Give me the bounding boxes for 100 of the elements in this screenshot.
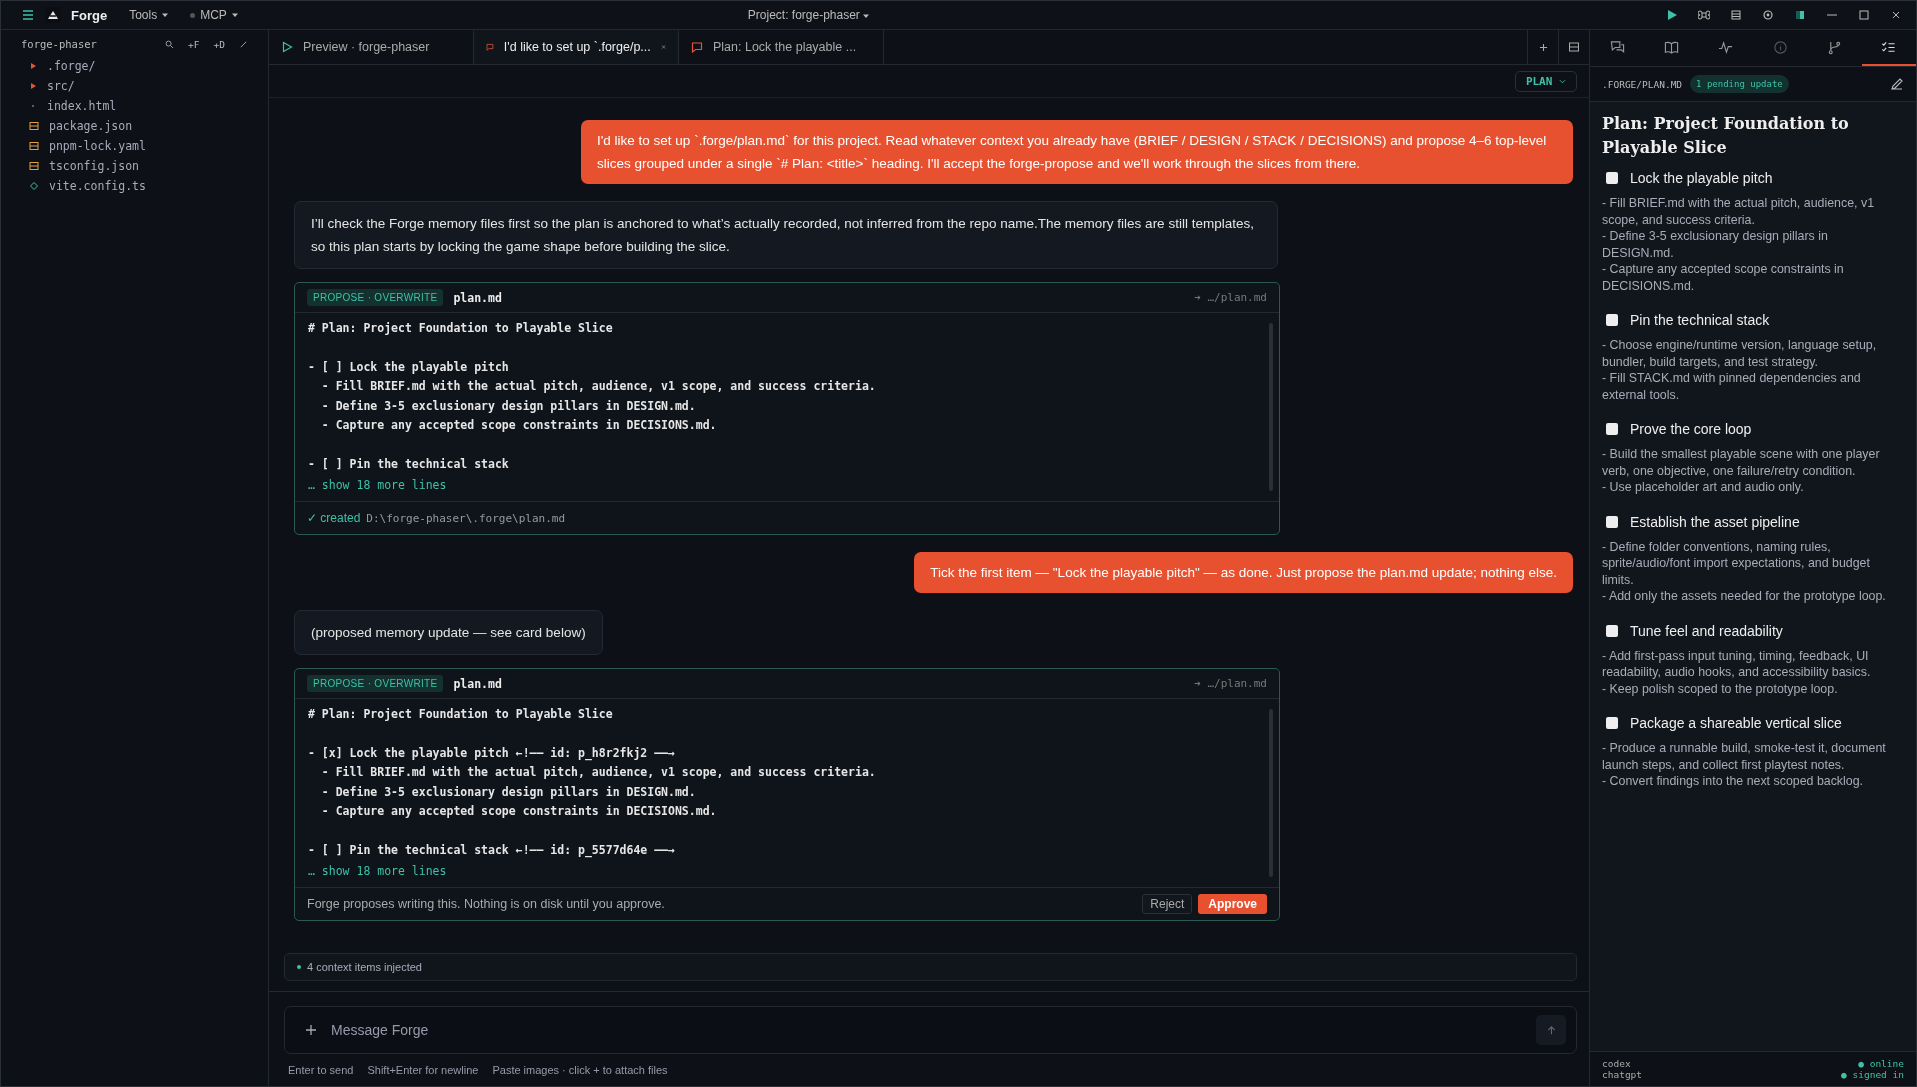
mcp-menu[interactable]: MCP [190,8,238,22]
new-file-action[interactable]: +D [213,38,225,50]
search-icon[interactable] [165,39,175,49]
panel-icon[interactable] [1794,9,1806,21]
checkbox[interactable] [1606,515,1618,528]
message-box[interactable]: Message Forge [284,1006,1577,1054]
command-icon[interactable] [1698,9,1710,21]
plan-path: .FORGE/PLAN.MD [1602,78,1683,90]
reject-button[interactable]: Reject [1142,894,1193,914]
context-bar[interactable]: 4 context items injected [284,953,1577,981]
plan-item-title: Pin the technical stack [1630,312,1770,328]
plan-item-title: Lock the playable pitch [1630,170,1773,186]
file-tree-item[interactable]: src/ [1,76,268,96]
plan-item-title: Tune feel and readability [1630,622,1783,639]
editor-tab[interactable]: Plan: Lock the playable ... [679,30,884,64]
user-message: I'd like to set up `.forge/plan.md` for this project. Read whatever context you already have (BRIEF / DESIGN / STACK / DECISIONS) and propose 4–6 top-level slices grouped under a single `# Plan: <title>` heading. I'll accept the forge-propose and we'll work through the slices from there. [581,120,1573,184]
plan-item-note: - Fill STACK.md with pinned dependencies and external tools. [1602,370,1862,403]
plan-item-note: - Keep polish scoped to the prototype loop. [1602,680,1839,697]
file-path: ➔ …/plan.md [1194,677,1267,690]
plan-item-note: - Fill BRIEF.md with the actual pitch, audience, v1 scope, and success criteria. [1602,195,1876,228]
code-line: # Plan: Project Foundation to Playable Slice [308,706,614,723]
show-more-link[interactable]: … show 18 more lines [308,476,1269,495]
file-name: plan.md [453,290,502,305]
menu-icon[interactable] [21,8,35,22]
pending-badge: 1 pending update [1690,75,1789,93]
layout-icon[interactable] [1730,9,1742,21]
assistant-message: I’ll check the Forge memory files first so the plan is anchored to what’s actually recorded, not inferred from the repo name.The memory files are still templates, so this plan starts by locking the game shape before building the slice. [294,201,1278,269]
edit-icon[interactable] [1890,77,1904,91]
caret-icon [231,12,238,18]
checkbox[interactable] [1606,314,1618,326]
code-line: - Fill BRIEF.md with the actual pitch, audience, v1 scope, and success criteria. [320,764,877,781]
file-tree-item[interactable]: package.json [1,116,268,136]
created-path: D:\forge-phaser\.forge\plan.md [366,511,566,525]
chevron-icon [1559,77,1566,85]
checkbox[interactable] [1606,624,1618,637]
plan-item-note: - Add first-pass input tuning, timing, feedback, UI readability, audio hooks, and accessibility basics. [1602,647,1872,681]
file-name: plan.md [453,676,502,691]
checklist-icon [1881,39,1897,55]
code-line: - [ ] Pin the technical stack [308,455,510,473]
file-tree-item[interactable]: index.html [1,96,268,116]
plan-item-note: - Produce a runnable build, smoke-test it, document launch steps, and collect first playtest notes. [1602,740,1887,773]
approval-note: Forge proposes writing this. Nothing is on disk until you approve. [307,897,665,911]
play-icon[interactable] [1666,9,1678,21]
plan-item-note: - Choose engine/runtime version, language setup, bundler, build targets, and test strategy. [1602,337,1878,370]
file-tree-item[interactable]: pnpm-lock.yaml [1,136,268,156]
editor-tab[interactable]: I'd like to set up `.forge/p... [474,30,679,64]
play-icon [281,41,293,53]
code-line: - [x] Lock the playable pitch ←!—— id: p_h8r2fkj2 ——→ [308,744,676,763]
context-label: 4 context items injected [307,961,422,973]
plan-item-note: - Convert findings into the next scoped backlog. [1602,773,1865,790]
caret-icon [29,82,37,90]
book-icon [1664,39,1679,55]
code-line: - [ ] Lock the playable pitch [308,358,510,376]
created-status: ✓ created [307,511,361,525]
close-icon[interactable] [1890,9,1902,21]
new-file-action[interactable]: +F [188,38,200,50]
checkbox[interactable] [1606,172,1618,184]
chat-icon [1609,39,1625,55]
file-path: ➔ …/plan.md [1194,291,1267,304]
plan-item-note: - Capture any accepted scope constraints in DECISIONS.md. [1602,261,1845,294]
app-name: Forge [71,7,108,23]
code-line: # Plan: Project Foundation to Playable Slice [308,320,614,337]
plan-item-note: - Add only the assets needed for the prototype loop. [1602,588,1887,605]
table-file-icon [29,161,39,171]
mode-dropdown[interactable]: PLAN [1514,70,1577,92]
approve-button[interactable]: Approve [1198,894,1267,914]
table-file-icon [29,141,39,151]
plan-item-title: Package a shareable vertical slice [1630,715,1842,731]
plan-item-note: - Define 3-5 exclusionary design pillars in DESIGN.md. [1602,228,1829,261]
code-line: - Define 3-5 exclusionary design pillars in DESIGN.md. [320,397,697,415]
file-tree-item[interactable]: vite.config.ts [1,176,268,196]
file-tree-item[interactable]: tsconfig.json [1,156,268,176]
proposal-badge: PROPOSE · OVERWRITE [307,289,444,306]
caret-icon [29,62,37,70]
maximize-icon[interactable] [1858,9,1870,21]
tools-menu[interactable]: Tools [129,8,169,22]
file-tree-item[interactable]: .forge/ [1,56,268,76]
plan-item-title: Establish the asset pipeline [1630,513,1800,530]
proposal-badge: PROPOSE · OVERWRITE [307,675,444,692]
arrow-up-icon [1545,1024,1557,1036]
pulse-icon [1718,39,1734,55]
provider-status: ● signed in [1841,1069,1904,1080]
project-selector[interactable]: Project: forge-phaser [747,8,870,22]
show-more-link[interactable]: … show 18 more lines [308,862,1269,881]
collapse-icon[interactable] [239,39,248,49]
message-field[interactable]: Message Forge [331,1022,1522,1038]
provider-name: chatgpt [1602,1069,1643,1080]
plus-icon [1538,42,1548,52]
code-line: - [ ] Pin the technical stack ←!—— id: p_5577d64e ——→ [308,841,676,860]
chat-icon [691,41,703,53]
chat-icon [486,41,494,53]
code-line: - Capture any accepted scope constraints in DECISIONS.md. [320,803,718,820]
checkbox[interactable] [1606,717,1618,729]
caret-icon [162,12,169,18]
table-file-icon [29,121,39,131]
checkbox[interactable] [1606,423,1618,435]
caret-icon [863,13,870,19]
settings-icon[interactable] [1762,9,1774,21]
plan-item-title: Prove the core loop [1630,421,1752,437]
composer-hint: Paste images · click + to attach files [492,1064,668,1076]
